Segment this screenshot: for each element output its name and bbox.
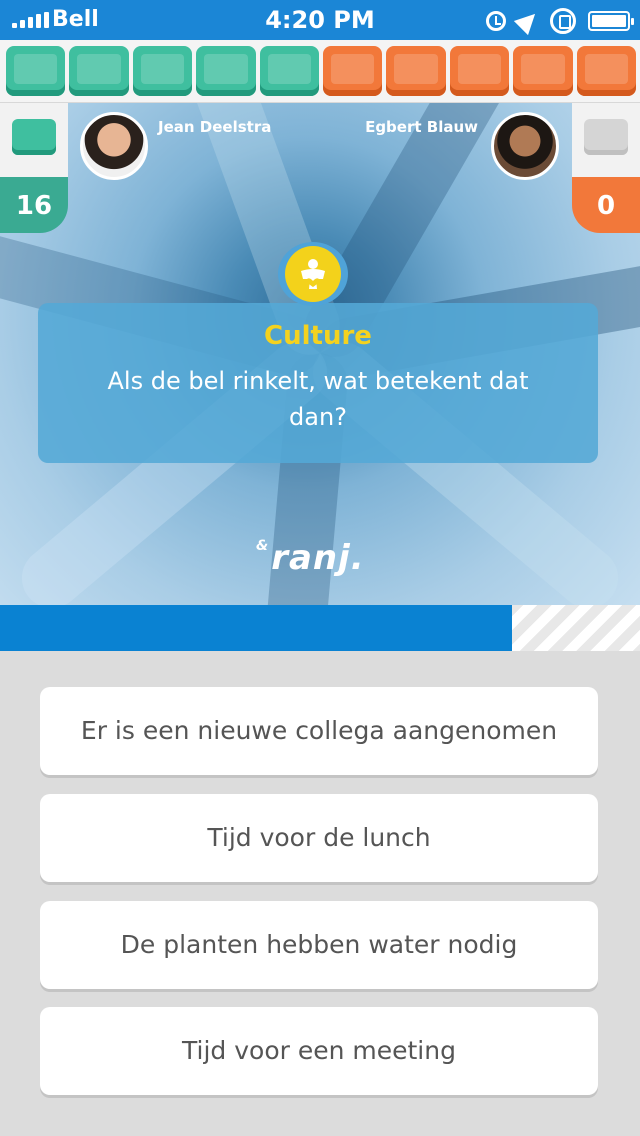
answer-option-4[interactable]: Tijd voor een meeting [40, 1007, 598, 1095]
battery-icon [588, 11, 634, 31]
player-left-score-badge: 16 [0, 103, 68, 233]
answer-option-3[interactable]: De planten hebben water nodig [40, 901, 598, 989]
gem-icon [386, 46, 446, 96]
timer-bar [0, 605, 640, 651]
gem-icon [132, 46, 193, 96]
answers-panel: Er is een nieuwe collega aangenomen Tijd… [0, 651, 640, 1136]
location-icon [513, 6, 543, 36]
gem-icon [12, 119, 56, 155]
avatar [491, 112, 559, 180]
status-bar: Bell 4:20 PM [0, 0, 640, 40]
gem-icon [584, 119, 628, 155]
timer-fill [0, 605, 512, 651]
rotation-lock-icon [550, 8, 576, 34]
gem-icon [323, 46, 383, 96]
brand-logo: &ranj. [256, 538, 365, 578]
heart-person-icon [301, 259, 325, 289]
alarm-icon [486, 11, 506, 31]
answer-option-1[interactable]: Er is een nieuwe collega aangenomen [40, 687, 598, 775]
answer-option-2[interactable]: Tijd voor de lunch [40, 794, 598, 882]
question-card: Culture Als de bel rinkelt, wat betekent… [38, 303, 598, 463]
player-right-score-badge: 0 [572, 103, 640, 233]
culture-category-icon [278, 242, 348, 306]
player-right-name: Egbert Blauw [365, 118, 478, 136]
question-text: Als de bel rinkelt, wat betekent dat dan… [107, 367, 529, 431]
score-gem-row [0, 40, 640, 103]
gem-icon [513, 46, 573, 96]
gem-icon [259, 46, 320, 96]
gem-icon [576, 46, 637, 96]
gem-icon [69, 46, 129, 96]
player-left-score: 16 [0, 177, 68, 233]
player-right-score: 0 [572, 177, 640, 233]
player-left-name: Jean Deelstra [158, 118, 272, 136]
gem-icon [6, 46, 66, 96]
gem-icon [449, 46, 510, 96]
gem-icon [196, 46, 256, 96]
question-category: Culture [264, 321, 372, 351]
avatar [80, 112, 148, 180]
